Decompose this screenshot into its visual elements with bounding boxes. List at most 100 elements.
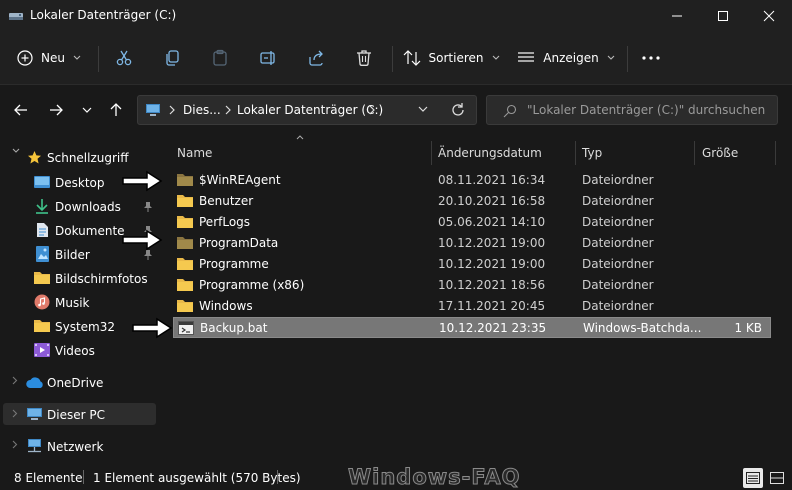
sidebar-item-label: Dokumente [55, 224, 125, 238]
cut-icon [115, 49, 133, 67]
file-type: Windows-Batchda... [583, 321, 702, 335]
column-header-size[interactable]: Größe [702, 141, 738, 165]
folder-icon [177, 215, 193, 228]
chevron-right-icon [169, 105, 175, 115]
status-divider [277, 470, 278, 484]
file-type: Dateiordner [582, 299, 654, 313]
file-date: 10.12.2021 18:56 [438, 278, 546, 292]
cloud-icon [25, 377, 45, 389]
close-button[interactable] [746, 0, 792, 32]
minimize-button[interactable] [654, 0, 700, 32]
search-box[interactable]: "Lokaler Datenträger (C:)" durchsuchen [486, 95, 778, 125]
sidebar-item-onedrive[interactable]: OneDrive [0, 371, 165, 393]
drive-icon [8, 8, 24, 24]
table-row[interactable]: ProgramData 10.12.2021 19:00 Dateiordner [173, 233, 771, 254]
recent-locations-button[interactable] [75, 98, 99, 122]
address-bar[interactable]: Dies... Lokaler Datenträger (C:) [137, 95, 477, 125]
up-button[interactable] [104, 98, 128, 122]
rename-button[interactable] [254, 42, 282, 74]
delete-icon [355, 49, 373, 67]
column-divider[interactable] [775, 141, 776, 165]
plus-icon [17, 50, 33, 66]
file-type: Dateiordner [582, 215, 654, 229]
folder-icon [177, 257, 193, 270]
table-row-selected[interactable]: Backup.bat 10.12.2021 23:35 Windows-Batc… [173, 317, 771, 338]
maximize-button[interactable] [700, 0, 746, 32]
toolbar-divider [98, 46, 99, 72]
file-name: Programme (x86) [199, 278, 305, 292]
sort-button[interactable]: Sortieren [403, 42, 500, 74]
column-header-date[interactable]: Änderungsdatum [438, 141, 542, 165]
chevron-down-icon [607, 55, 615, 61]
sidebar-item-label: System32 [55, 320, 116, 334]
cut-button[interactable] [110, 42, 138, 74]
back-button[interactable] [9, 98, 33, 122]
sidebar-item-network[interactable]: Netzwerk [0, 435, 165, 457]
table-row[interactable]: Benutzer 20.10.2021 16:58 Dateiordner [173, 191, 771, 212]
view-button[interactable]: Anzeigen [517, 42, 615, 74]
file-name: Backup.bat [200, 321, 268, 335]
file-list: Name Änderungsdatum Typ Größe $WinREAgen… [122, 135, 792, 465]
chevron-down-icon [12, 148, 20, 154]
sidebar-item-music[interactable]: Musik [0, 291, 165, 313]
folder-icon [34, 319, 50, 332]
toolbar-divider [627, 46, 628, 72]
desktop-icon [34, 175, 50, 189]
table-row[interactable]: Programme 10.12.2021 19:00 Dateiordner [173, 254, 771, 275]
sidebar-item-screenshots[interactable]: Bildschirmfotos [0, 267, 165, 289]
file-type: Dateiordner [582, 173, 654, 187]
view-icon [517, 51, 535, 65]
file-name: Windows [199, 299, 253, 313]
delete-button[interactable] [350, 42, 378, 74]
table-row[interactable]: Windows 17.11.2021 20:45 Dateiordner [173, 296, 771, 317]
breadcrumb-drive[interactable]: Lokaler Datenträger (C:) [237, 103, 383, 117]
address-history-button[interactable] [418, 106, 428, 112]
sidebar-item-label: Desktop [55, 176, 105, 190]
network-icon [26, 438, 43, 453]
refresh-button[interactable] [450, 102, 466, 118]
column-divider[interactable] [694, 141, 695, 165]
new-button[interactable]: Neu [12, 42, 86, 74]
copy-button[interactable] [158, 42, 186, 74]
table-row[interactable]: $WinREAgent 08.11.2021 16:34 Dateiordner [173, 170, 771, 191]
chevron-right-icon [369, 105, 375, 115]
paste-button[interactable] [206, 42, 234, 74]
sidebar-item-label: Bilder [55, 248, 90, 262]
share-icon [307, 49, 325, 67]
share-button[interactable] [302, 42, 330, 74]
file-date: 20.10.2021 16:58 [438, 194, 546, 208]
forward-button[interactable] [44, 98, 68, 122]
chevron-right-icon [12, 376, 18, 385]
sidebar-item-label: Musik [55, 296, 90, 310]
document-icon [36, 222, 49, 238]
file-date: 10.12.2021 19:00 [438, 236, 546, 250]
column-divider[interactable] [431, 141, 432, 165]
file-type: Dateiordner [582, 194, 654, 208]
column-divider[interactable] [575, 141, 576, 165]
folder-icon [177, 173, 193, 186]
details-view-button[interactable] [743, 468, 763, 488]
table-row[interactable]: Programme (x86) 10.12.2021 18:56 Dateior… [173, 275, 771, 296]
sidebar-item-downloads[interactable]: Downloads [0, 195, 165, 217]
file-type: Dateiordner [582, 257, 654, 271]
tiles-view-button[interactable] [767, 468, 787, 488]
sidebar-item-label: Dieser PC [47, 408, 105, 422]
more-icon [642, 56, 660, 60]
file-date: 17.11.2021 20:45 [438, 299, 546, 313]
item-count: 8 Elemente [14, 471, 83, 485]
more-button[interactable] [638, 42, 664, 74]
table-row[interactable]: PerfLogs 05.06.2021 14:10 Dateiordner [173, 212, 771, 233]
arrow-left-icon [14, 104, 28, 116]
folder-icon [177, 236, 193, 249]
sidebar-item-label: Schnellzugriff [47, 151, 129, 165]
sidebar-item-this-pc[interactable]: Dieser PC [3, 403, 156, 425]
sidebar-item-quick-access[interactable]: Schnellzugriff [0, 147, 165, 169]
column-header-type[interactable]: Typ [582, 141, 602, 165]
pictures-icon [36, 246, 49, 262]
sidebar-item-label: Videos [55, 344, 95, 358]
column-header-name[interactable]: Name [177, 141, 212, 165]
sidebar-item-videos[interactable]: Videos [0, 339, 165, 361]
breadcrumb-this-pc[interactable]: Dies... [183, 103, 221, 117]
chevron-down-icon [492, 55, 500, 61]
arrow-up-icon [110, 103, 122, 117]
